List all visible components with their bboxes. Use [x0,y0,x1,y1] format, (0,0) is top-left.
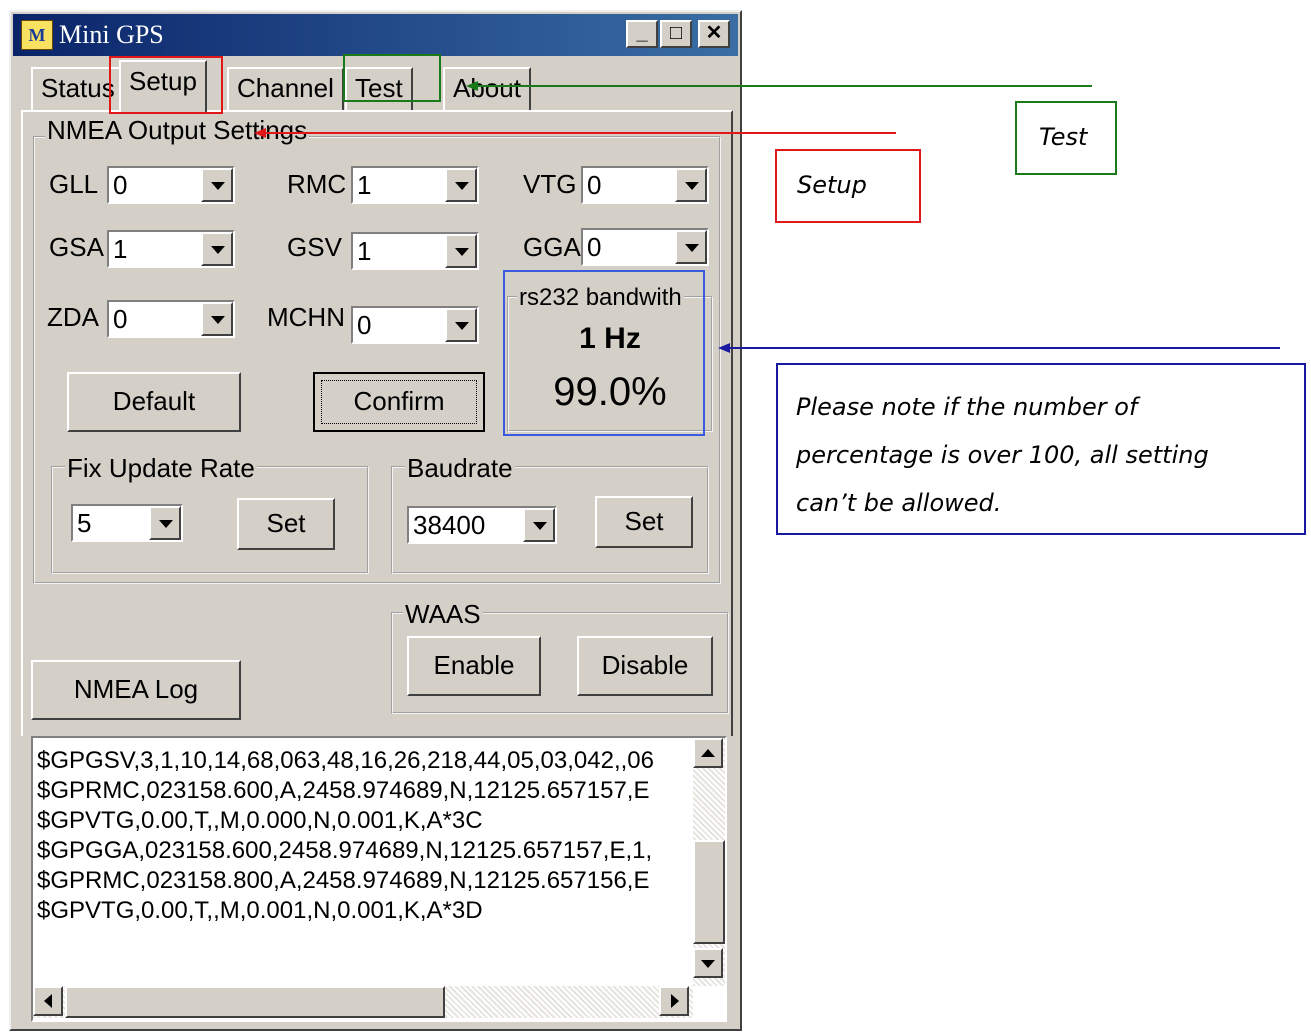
test-callout-text: Test [1039,123,1088,151]
bandwidth-arrow [718,343,1280,353]
test-arrow [466,81,1092,91]
setup-arrow [254,128,896,138]
tab-setup-label: Setup [129,66,197,96]
tab-setup[interactable]: Setup [119,60,207,112]
note-callout-text: Please note if the number of percentage … [796,383,1209,527]
setup-callout-text: Setup [797,171,867,199]
setup-callout-box: Setup [775,149,921,223]
test-callout-box: Test [1015,101,1117,175]
note-callout-box: Please note if the number of percentage … [776,363,1306,535]
note-line: percentage is over 100, all setting [796,441,1209,469]
note-line: Please note if the number of [796,393,1138,421]
note-line: can’t be allowed. [796,489,1002,517]
